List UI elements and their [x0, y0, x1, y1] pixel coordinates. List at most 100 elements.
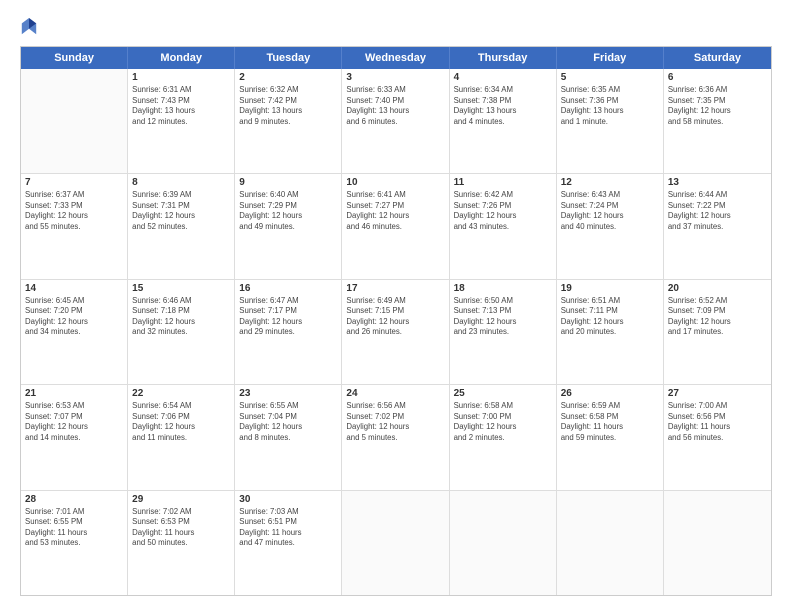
calendar-row-4: 21 Sunrise: 6:53 AM Sunset: 7:07 PM Dayli…: [21, 385, 771, 490]
cell-day-number: 19: [561, 283, 659, 294]
calendar-cell: 27 Sunrise: 7:00 AM Sunset: 6:56 PM Dayli…: [664, 385, 771, 489]
cell-day-number: 1: [132, 72, 230, 83]
cell-day-number: 28: [25, 494, 123, 505]
calendar-cell: 22Sunrise: 6:54 AM Sunset: 7:06 PM Dayli…: [128, 385, 235, 489]
cell-day-number: 17: [346, 283, 444, 294]
cell-day-number: 29: [132, 494, 230, 505]
calendar-cell: 12 Sunrise: 6:43 AM Sunset: 7:24 PM Dayli…: [557, 174, 664, 278]
calendar-cell: 26 Sunrise: 6:59 AM Sunset: 6:58 PM Dayli…: [557, 385, 664, 489]
cell-day-number: 30: [239, 494, 337, 505]
calendar-cell: 28Sunrise: 7:01 AM Sunset: 6:55 PM Dayli…: [21, 491, 128, 595]
calendar-cell: 7 Sunrise: 6:37 AM Sunset: 7:33 PM Daylig…: [21, 174, 128, 278]
calendar-cell: 14Sunrise: 6:45 AM Sunset: 7:20 PM Dayli…: [21, 280, 128, 384]
header: [20, 16, 772, 38]
cell-daylight-info: Sunrise: 6:43 AM Sunset: 7:24 PM Dayligh…: [561, 190, 659, 232]
calendar-cell: 20 Sunrise: 6:52 AM Sunset: 7:09 PM Dayli…: [664, 280, 771, 384]
cell-day-number: 4: [454, 72, 552, 83]
calendar-cell: 19Sunrise: 6:51 AM Sunset: 7:11 PM Dayli…: [557, 280, 664, 384]
cell-daylight-info: Sunrise: 6:36 AM Sunset: 7:35 PM Dayligh…: [668, 85, 767, 127]
calendar-cell: 5 Sunrise: 6:35 AM Sunset: 7:36 PM Daylig…: [557, 69, 664, 173]
calendar-cell: [21, 69, 128, 173]
cell-day-number: 24: [346, 388, 444, 399]
weekday-header-saturday: Saturday: [664, 47, 771, 69]
cell-daylight-info: Sunrise: 6:46 AM Sunset: 7:18 PM Dayligh…: [132, 296, 230, 338]
cell-day-number: 18: [454, 283, 552, 294]
calendar-cell: [450, 491, 557, 595]
calendar-cell: 13 Sunrise: 6:44 AM Sunset: 7:22 PM Dayli…: [664, 174, 771, 278]
cell-day-number: 12: [561, 177, 659, 188]
cell-daylight-info: Sunrise: 6:39 AM Sunset: 7:31 PM Dayligh…: [132, 190, 230, 232]
cell-day-number: 20: [668, 283, 767, 294]
cell-daylight-info: Sunrise: 6:40 AM Sunset: 7:29 PM Dayligh…: [239, 190, 337, 232]
cell-daylight-info: Sunrise: 6:52 AM Sunset: 7:09 PM Dayligh…: [668, 296, 767, 338]
page: SundayMondayTuesdayWednesdayThursdayFrid…: [0, 0, 792, 612]
weekday-header-thursday: Thursday: [450, 47, 557, 69]
cell-daylight-info: Sunrise: 6:55 AM Sunset: 7:04 PM Dayligh…: [239, 401, 337, 443]
cell-day-number: 8: [132, 177, 230, 188]
calendar-cell: 15Sunrise: 6:46 AM Sunset: 7:18 PM Dayli…: [128, 280, 235, 384]
calendar-cell: [664, 491, 771, 595]
cell-daylight-info: Sunrise: 6:42 AM Sunset: 7:26 PM Dayligh…: [454, 190, 552, 232]
cell-daylight-info: Sunrise: 6:37 AM Sunset: 7:33 PM Dayligh…: [25, 190, 123, 232]
weekday-header-wednesday: Wednesday: [342, 47, 449, 69]
calendar-cell: 29 Sunrise: 7:02 AM Sunset: 6:53 PM Dayli…: [128, 491, 235, 595]
cell-daylight-info: Sunrise: 6:32 AM Sunset: 7:42 PM Dayligh…: [239, 85, 337, 127]
cell-daylight-info: Sunrise: 6:49 AM Sunset: 7:15 PM Dayligh…: [346, 296, 444, 338]
cell-daylight-info: Sunrise: 6:41 AM Sunset: 7:27 PM Dayligh…: [346, 190, 444, 232]
cell-daylight-info: Sunrise: 6:53 AM Sunset: 7:07 PM Dayligh…: [25, 401, 123, 443]
cell-day-number: 25: [454, 388, 552, 399]
cell-daylight-info: Sunrise: 6:35 AM Sunset: 7:36 PM Dayligh…: [561, 85, 659, 127]
cell-day-number: 22: [132, 388, 230, 399]
cell-day-number: 11: [454, 177, 552, 188]
calendar-cell: 21 Sunrise: 6:53 AM Sunset: 7:07 PM Dayli…: [21, 385, 128, 489]
cell-day-number: 2: [239, 72, 337, 83]
cell-day-number: 13: [668, 177, 767, 188]
calendar-cell: 3 Sunrise: 6:33 AM Sunset: 7:40 PM Daylig…: [342, 69, 449, 173]
weekday-header-monday: Monday: [128, 47, 235, 69]
cell-daylight-info: Sunrise: 7:00 AM Sunset: 6:56 PM Dayligh…: [668, 401, 767, 443]
cell-day-number: 27: [668, 388, 767, 399]
cell-day-number: 26: [561, 388, 659, 399]
calendar-cell: 16 Sunrise: 6:47 AM Sunset: 7:17 PM Dayli…: [235, 280, 342, 384]
cell-day-number: 21: [25, 388, 123, 399]
cell-daylight-info: Sunrise: 6:45 AM Sunset: 7:20 PM Dayligh…: [25, 296, 123, 338]
calendar-row-3: 14Sunrise: 6:45 AM Sunset: 7:20 PM Dayli…: [21, 280, 771, 385]
cell-day-number: 3: [346, 72, 444, 83]
calendar-cell: 8 Sunrise: 6:39 AM Sunset: 7:31 PM Daylig…: [128, 174, 235, 278]
cell-daylight-info: Sunrise: 6:58 AM Sunset: 7:00 PM Dayligh…: [454, 401, 552, 443]
cell-daylight-info: Sunrise: 6:50 AM Sunset: 7:13 PM Dayligh…: [454, 296, 552, 338]
calendar-row-1: 1Sunrise: 6:31 AM Sunset: 7:43 PM Daylig…: [21, 69, 771, 174]
cell-daylight-info: Sunrise: 6:47 AM Sunset: 7:17 PM Dayligh…: [239, 296, 337, 338]
calendar-cell: [342, 491, 449, 595]
calendar-cell: 17 Sunrise: 6:49 AM Sunset: 7:15 PM Dayli…: [342, 280, 449, 384]
cell-daylight-info: Sunrise: 6:34 AM Sunset: 7:38 PM Dayligh…: [454, 85, 552, 127]
calendar-body: 1Sunrise: 6:31 AM Sunset: 7:43 PM Daylig…: [21, 69, 771, 595]
cell-daylight-info: Sunrise: 7:03 AM Sunset: 6:51 PM Dayligh…: [239, 507, 337, 549]
calendar-cell: 23 Sunrise: 6:55 AM Sunset: 7:04 PM Dayli…: [235, 385, 342, 489]
cell-day-number: 6: [668, 72, 767, 83]
cell-daylight-info: Sunrise: 6:56 AM Sunset: 7:02 PM Dayligh…: [346, 401, 444, 443]
logo: [20, 16, 42, 38]
calendar-cell: 24 Sunrise: 6:56 AM Sunset: 7:02 PM Dayli…: [342, 385, 449, 489]
cell-daylight-info: Sunrise: 7:02 AM Sunset: 6:53 PM Dayligh…: [132, 507, 230, 549]
calendar-row-2: 7 Sunrise: 6:37 AM Sunset: 7:33 PM Daylig…: [21, 174, 771, 279]
cell-day-number: 10: [346, 177, 444, 188]
calendar-cell: [557, 491, 664, 595]
calendar-cell: 2 Sunrise: 6:32 AM Sunset: 7:42 PM Daylig…: [235, 69, 342, 173]
cell-day-number: 5: [561, 72, 659, 83]
weekday-header-sunday: Sunday: [21, 47, 128, 69]
calendar-cell: 6 Sunrise: 6:36 AM Sunset: 7:35 PM Daylig…: [664, 69, 771, 173]
calendar-cell: 25 Sunrise: 6:58 AM Sunset: 7:00 PM Dayli…: [450, 385, 557, 489]
cell-daylight-info: Sunrise: 6:33 AM Sunset: 7:40 PM Dayligh…: [346, 85, 444, 127]
cell-day-number: 9: [239, 177, 337, 188]
cell-day-number: 23: [239, 388, 337, 399]
calendar-cell: 11 Sunrise: 6:42 AM Sunset: 7:26 PM Dayli…: [450, 174, 557, 278]
cell-day-number: 16: [239, 283, 337, 294]
cell-day-number: 7: [25, 177, 123, 188]
calendar-cell: 1Sunrise: 6:31 AM Sunset: 7:43 PM Daylig…: [128, 69, 235, 173]
calendar: SundayMondayTuesdayWednesdayThursdayFrid…: [20, 46, 772, 596]
cell-daylight-info: Sunrise: 6:44 AM Sunset: 7:22 PM Dayligh…: [668, 190, 767, 232]
cell-daylight-info: Sunrise: 6:59 AM Sunset: 6:58 PM Dayligh…: [561, 401, 659, 443]
logo-icon: [20, 16, 38, 38]
calendar-cell: 18 Sunrise: 6:50 AM Sunset: 7:13 PM Dayli…: [450, 280, 557, 384]
